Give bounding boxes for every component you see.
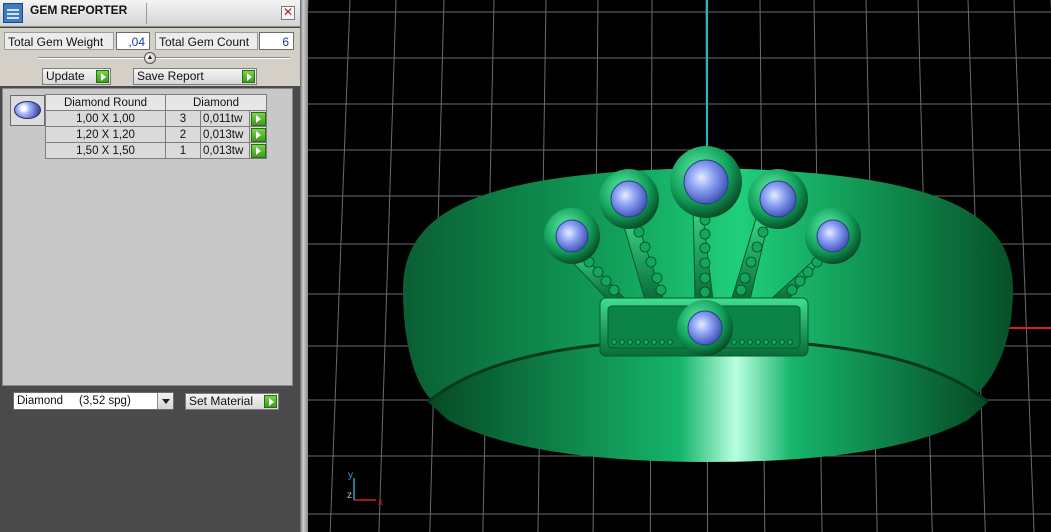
- chevron-down-icon[interactable]: [157, 393, 173, 409]
- axis-y-label: y: [348, 470, 353, 481]
- viewport-scene: y z x: [308, 0, 1051, 532]
- play-arrow-icon: [250, 111, 266, 126]
- gem-weight: 0,011tw: [200, 110, 250, 127]
- axis-z-label: z: [347, 490, 352, 501]
- row-action-button[interactable]: [249, 126, 267, 143]
- row-action-button[interactable]: [249, 110, 267, 127]
- diamond-round-thumbnail[interactable]: [10, 95, 45, 126]
- gem-size: 1,20 X 1,20: [45, 126, 166, 143]
- material-select-value: Diamond (3,52 spg): [17, 395, 131, 407]
- table-header-row: Diamond Round Diamond: [45, 94, 267, 111]
- panel-divider[interactable]: [300, 0, 308, 532]
- gem-weight: 0,013tw: [200, 142, 250, 159]
- save-report-button-label: Save Report: [137, 69, 204, 83]
- play-arrow-icon: [264, 395, 277, 408]
- gem-count: 2: [165, 126, 201, 143]
- play-arrow-icon: [250, 143, 266, 158]
- set-material-button-label: Set Material: [189, 394, 254, 408]
- play-arrow-icon: [242, 70, 255, 83]
- splitter-toggle-icon[interactable]: ▲: [144, 52, 156, 64]
- window-title: GEM REPORTER: [30, 3, 128, 17]
- total-gem-weight-value: ,04: [116, 32, 150, 50]
- header-material: Diamond: [165, 94, 267, 111]
- panel-splitter-line: [38, 57, 290, 59]
- close-button[interactable]: ✕: [281, 6, 295, 20]
- total-gem-count-value: 6: [259, 32, 294, 50]
- title-bar: GEM REPORTER ✕: [0, 0, 300, 27]
- table-row[interactable]: 1,00 X 1,00 3 0,011tw: [45, 110, 267, 127]
- axis-x-label: x: [378, 497, 383, 508]
- title-separator: [146, 3, 147, 24]
- table-row[interactable]: 1,20 X 1,20 2 0,013tw: [45, 126, 267, 143]
- gem-count: 1: [165, 142, 201, 159]
- gem-count: 3: [165, 110, 201, 127]
- app-icon: [3, 3, 23, 23]
- gem-size: 1,00 X 1,00: [45, 110, 166, 127]
- table-row[interactable]: 1,50 X 1,50 1 0,013tw: [45, 142, 267, 159]
- round-gem-icon: [14, 101, 41, 119]
- gem-weight: 0,013tw: [200, 126, 250, 143]
- header-shape: Diamond Round: [45, 94, 166, 111]
- play-arrow-icon: [250, 127, 266, 142]
- save-report-button[interactable]: Save Report: [133, 68, 257, 85]
- 3d-viewport[interactable]: y z x: [308, 0, 1051, 532]
- update-button[interactable]: Update: [42, 68, 111, 85]
- update-button-label: Update: [46, 69, 85, 83]
- gem-size: 1,50 X 1,50: [45, 142, 166, 159]
- gem-table: Diamond Round Diamond 1,00 X 1,00 3 0,01…: [45, 94, 267, 159]
- row-action-button[interactable]: [249, 142, 267, 159]
- set-material-button[interactable]: Set Material: [185, 393, 279, 410]
- total-gem-count-label: Total Gem Count: [155, 32, 258, 50]
- material-select[interactable]: Diamond (3,52 spg): [13, 392, 174, 410]
- axis-triad: y z x: [347, 470, 383, 508]
- total-gem-weight-label: Total Gem Weight: [4, 32, 114, 50]
- play-arrow-icon: [96, 70, 109, 83]
